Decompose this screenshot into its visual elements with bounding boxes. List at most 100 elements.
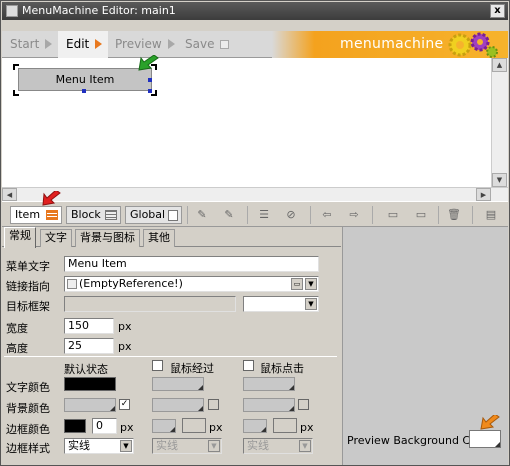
scroll-up-icon[interactable]: ▲ xyxy=(492,58,507,72)
menu-text-label: 菜单文字 xyxy=(6,260,50,273)
divider xyxy=(4,356,337,357)
border-color-label: 边框颜色 xyxy=(6,423,50,436)
block-button-label: Block xyxy=(71,208,101,221)
step-preview[interactable]: Preview xyxy=(115,31,185,58)
close-button[interactable]: x xyxy=(490,4,505,18)
arrow-icon xyxy=(167,39,175,49)
link-dropdown-icon[interactable]: ▼ xyxy=(305,278,317,290)
tab-text[interactable]: 文字 xyxy=(40,229,72,247)
click-border-style-value: 实线 xyxy=(247,439,269,452)
bg-color-label: 背景颜色 xyxy=(6,402,50,415)
tab-other[interactable]: 其他 xyxy=(143,229,175,247)
disabled-icon[interactable]: ⊘ xyxy=(284,208,298,222)
move-right-icon[interactable]: ⇨ xyxy=(347,208,361,222)
click-state-checkbox[interactable] xyxy=(243,360,254,371)
hover-state-label: 鼠标经过 xyxy=(170,362,214,375)
click-state-label: 鼠标点击 xyxy=(260,362,304,375)
chevron-down-icon: ▼ xyxy=(120,440,132,452)
click-border-width-unit: px xyxy=(300,421,314,434)
list-arrow-icon[interactable]: ☰ xyxy=(257,208,271,222)
wand-remove-icon[interactable]: ✎ xyxy=(222,208,236,222)
tab-background-icon[interactable]: 背景与图标 xyxy=(75,229,140,247)
browse-icon[interactable]: ▭ xyxy=(291,278,303,290)
hover-bg-checkbox[interactable] xyxy=(208,399,219,410)
wand-add-icon[interactable]: ✎ xyxy=(195,208,209,222)
tab-general[interactable]: 常规 xyxy=(4,227,36,248)
height-label: 高度 xyxy=(6,342,28,355)
click-border-width-input[interactable] xyxy=(273,418,297,433)
step-start[interactable]: Start xyxy=(10,31,65,58)
click-bg-color-swatch[interactable] xyxy=(243,398,295,412)
dropdown-corner-icon xyxy=(495,442,500,447)
chevron-down-icon: ▼ xyxy=(299,440,311,452)
properties-icon[interactable]: ▤ xyxy=(484,208,498,222)
hover-text-color-swatch[interactable] xyxy=(152,377,204,391)
canvas-menu-item[interactable]: Menu Item xyxy=(18,68,152,91)
border-color-swatch[interactable] xyxy=(64,419,86,433)
hover-border-style-select[interactable]: 实线 ▼ xyxy=(152,438,222,454)
menu-text-input[interactable]: Menu Item xyxy=(64,256,319,272)
property-tabs: 常规 文字 背景与图标 其他 xyxy=(2,227,341,248)
target-frame-label: 目标框架 xyxy=(6,300,50,313)
target-frame-select[interactable]: ▼ xyxy=(243,296,319,312)
width-label: 宽度 xyxy=(6,322,28,335)
add-item-icon[interactable]: ▭ xyxy=(384,208,402,222)
resize-handle[interactable] xyxy=(148,89,152,93)
editor-window: MenuMachine Editor: main1 x Start Edit P… xyxy=(0,0,510,466)
trash-icon[interactable]: 🗑 xyxy=(447,208,461,222)
dropdown-corner-icon xyxy=(289,406,294,411)
hover-border-width-input[interactable] xyxy=(182,418,206,433)
selection-corner xyxy=(13,90,19,96)
step-save-label: Save xyxy=(185,37,215,51)
toolbar-separator xyxy=(438,206,439,224)
add-submenu-icon[interactable]: ▭ xyxy=(412,208,430,222)
global-button[interactable]: Global xyxy=(125,206,182,224)
move-left-icon[interactable]: ⇦ xyxy=(320,208,334,222)
step-save[interactable]: Save xyxy=(185,31,245,58)
toolbar-separator xyxy=(247,206,248,224)
dropdown-corner-icon xyxy=(261,427,266,432)
preview-panel: Preview Background Color xyxy=(342,227,508,465)
step-start-label: Start xyxy=(10,37,40,51)
title-bar: MenuMachine Editor: main1 x xyxy=(2,2,508,20)
green-arrow-icon xyxy=(138,55,159,71)
click-border-style-select[interactable]: 实线 ▼ xyxy=(243,438,313,454)
horizontal-scrollbar[interactable]: ◀ ▶ xyxy=(2,187,508,201)
hover-bg-color-swatch[interactable] xyxy=(152,398,204,412)
vertical-scrollbar[interactable]: ▲ ▼ xyxy=(491,58,508,187)
border-style-select[interactable]: 实线 ▼ xyxy=(64,438,134,454)
scroll-left-icon[interactable]: ◀ xyxy=(2,188,17,201)
link-field[interactable]: (EmptyReference!) ▭ ▼ xyxy=(64,276,319,292)
step-edit[interactable]: Edit xyxy=(58,31,108,58)
hover-border-color-swatch[interactable] xyxy=(152,419,176,433)
toolbar-separator xyxy=(472,206,473,224)
text-color-swatch[interactable] xyxy=(64,377,116,391)
target-frame-input[interactable] xyxy=(64,296,236,312)
item-button-label: Item xyxy=(15,208,41,221)
click-bg-checkbox[interactable] xyxy=(298,399,309,410)
resize-handle[interactable] xyxy=(148,78,152,82)
link-icon xyxy=(67,279,77,289)
border-width-input[interactable]: 0 xyxy=(92,418,117,434)
block-button[interactable]: Block xyxy=(66,206,121,224)
object-toolbar: Item Block Global ✎ ✎ ☰ ⊘ ⇦ ⇨ ▭ ▭ 🗑 ▤ xyxy=(2,191,508,227)
gears-icon xyxy=(448,32,498,58)
click-text-color-swatch[interactable] xyxy=(243,377,295,391)
scroll-right-icon[interactable]: ▶ xyxy=(476,188,491,201)
item-type-icon xyxy=(46,210,58,220)
click-border-color-swatch[interactable] xyxy=(243,419,267,433)
dropdown-corner-icon xyxy=(289,385,294,390)
brand-logo-text: menumachine xyxy=(340,36,444,52)
bg-color-checkbox[interactable]: ✓ xyxy=(119,399,130,410)
bg-color-swatch[interactable] xyxy=(64,398,116,412)
border-style-label: 边框样式 xyxy=(6,442,50,455)
height-input[interactable]: 25 xyxy=(64,338,114,354)
design-canvas[interactable]: Menu Item xyxy=(2,55,491,187)
hover-state-checkbox[interactable] xyxy=(152,360,163,371)
toolbar-separator xyxy=(187,206,188,224)
scroll-down-icon[interactable]: ▼ xyxy=(492,173,507,187)
width-input[interactable]: 150 xyxy=(64,318,114,334)
link-label: 链接指向 xyxy=(6,280,50,293)
resize-handle[interactable] xyxy=(82,89,86,93)
hover-border-style-value: 实线 xyxy=(156,439,178,452)
